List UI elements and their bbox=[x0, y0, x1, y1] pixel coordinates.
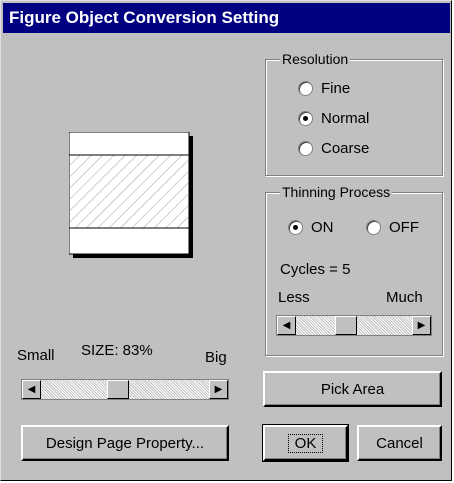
scroll-right-icon: ▶ bbox=[417, 320, 426, 331]
radio-on[interactable]: ON bbox=[288, 219, 334, 236]
cycles-slider[interactable]: ◀ ▶ bbox=[276, 315, 432, 336]
scroll-left-icon: ◀ bbox=[27, 384, 36, 395]
pick-area-label: Pick Area bbox=[320, 380, 385, 398]
cycles-slider-left-button[interactable]: ◀ bbox=[277, 316, 296, 335]
radio-selected-dot bbox=[303, 116, 308, 121]
pick-area-button[interactable]: Pick Area bbox=[263, 371, 442, 407]
cycles-slider-right-button[interactable]: ▶ bbox=[412, 316, 431, 335]
big-label: Big bbox=[205, 349, 227, 366]
cancel-button[interactable]: Cancel bbox=[357, 425, 442, 461]
dialog-window: Figure Object Conversion Setting Resolut… bbox=[0, 0, 452, 481]
cancel-label: Cancel bbox=[376, 434, 423, 452]
radio-fine-label: Fine bbox=[321, 80, 351, 97]
ok-button[interactable]: OK bbox=[262, 424, 349, 462]
radio-normal-label: Normal bbox=[321, 110, 370, 127]
resolution-group: Resolution Fine Normal Coarse bbox=[265, 50, 443, 176]
radio-normal[interactable]: Normal bbox=[298, 110, 369, 127]
ok-label: OK bbox=[287, 433, 324, 453]
radio-fine[interactable]: Fine bbox=[298, 80, 350, 97]
figure-preview bbox=[68, 131, 194, 259]
less-label: Less bbox=[278, 289, 310, 306]
radio-off-circle[interactable] bbox=[366, 220, 381, 235]
design-page-property-label: Design Page Property... bbox=[45, 434, 205, 452]
size-slider-thumb[interactable] bbox=[107, 380, 129, 399]
resolution-group-label: Resolution bbox=[280, 50, 351, 68]
radio-on-label: ON bbox=[311, 219, 334, 236]
radio-off[interactable]: OFF bbox=[366, 219, 419, 236]
radio-coarse[interactable]: Coarse bbox=[298, 140, 369, 157]
cycles-text: Cycles = 5 bbox=[280, 261, 351, 278]
much-label: Much bbox=[386, 289, 423, 306]
size-slider-right-button[interactable]: ▶ bbox=[209, 380, 228, 399]
radio-off-label: OFF bbox=[389, 219, 419, 236]
title-bar: Figure Object Conversion Setting bbox=[3, 3, 450, 33]
radio-on-circle[interactable] bbox=[288, 220, 303, 235]
thinning-group-label: Thinning Process bbox=[280, 183, 393, 201]
radio-coarse-circle[interactable] bbox=[298, 141, 313, 156]
small-label: Small bbox=[17, 347, 55, 364]
radio-coarse-label: Coarse bbox=[321, 140, 370, 157]
radio-fine-circle[interactable] bbox=[298, 81, 313, 96]
radio-selected-dot bbox=[293, 225, 298, 230]
size-text: SIZE: 83% bbox=[81, 342, 153, 359]
cycles-slider-thumb[interactable] bbox=[335, 316, 357, 335]
radio-normal-circle[interactable] bbox=[298, 111, 313, 126]
scroll-right-icon: ▶ bbox=[214, 384, 223, 395]
size-slider-left-button[interactable]: ◀ bbox=[22, 380, 41, 399]
dialog-title: Figure Object Conversion Setting bbox=[9, 8, 280, 27]
scroll-left-icon: ◀ bbox=[282, 320, 291, 331]
design-page-property-button[interactable]: Design Page Property... bbox=[21, 425, 229, 461]
thinning-group: Thinning Process ON OFF Cycles = 5 Less … bbox=[265, 183, 443, 356]
size-slider[interactable]: ◀ ▶ bbox=[21, 379, 229, 400]
page-preview-graphic bbox=[68, 131, 193, 258]
